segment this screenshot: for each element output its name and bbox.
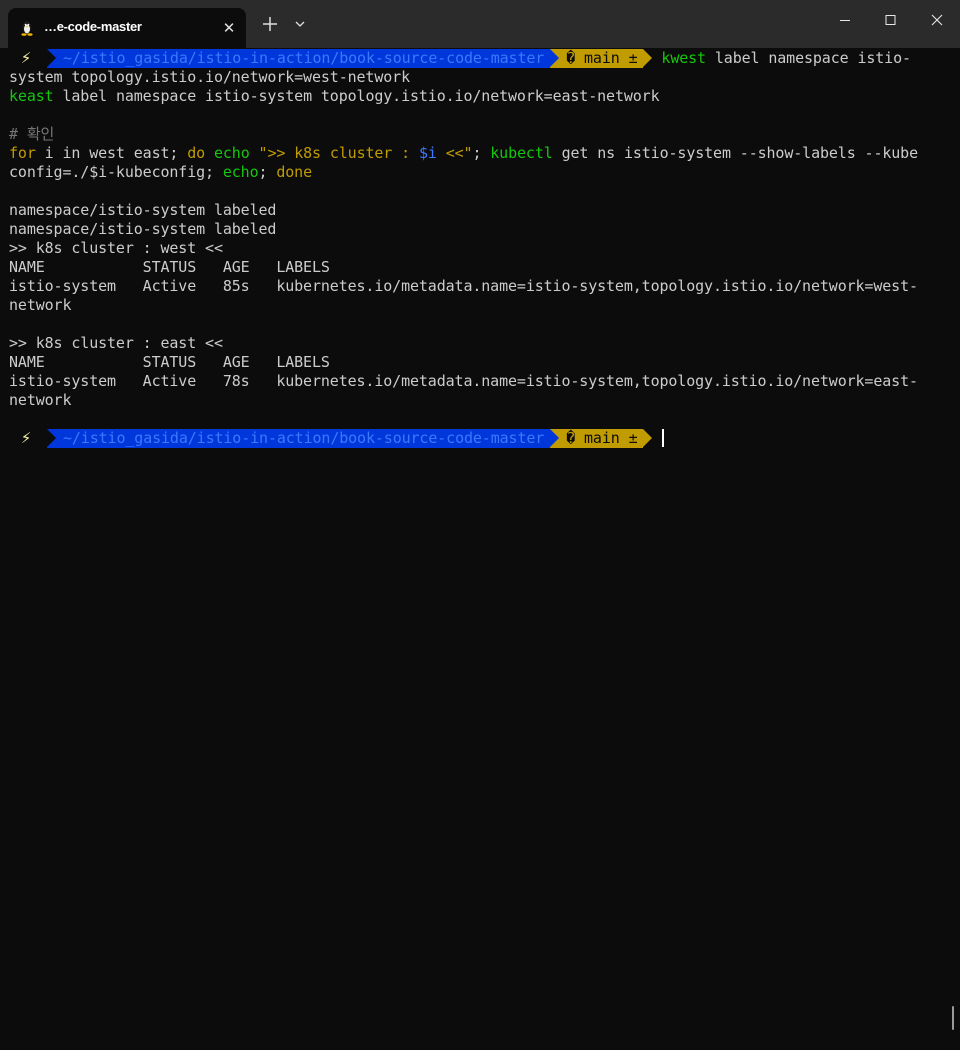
string-literal: ">> k8s cluster : bbox=[258, 144, 419, 162]
prompt: ⚡ ~/istio_gasida/istio-in-action/book-sou… bbox=[9, 49, 653, 68]
output-line: istio-system Active 85s kubernetes.io/me… bbox=[9, 277, 918, 295]
output-line: >> k8s cluster : east << bbox=[9, 334, 223, 352]
command-name: echo bbox=[222, 163, 259, 181]
output-line: NAME STATUS AGE LABELS bbox=[9, 258, 330, 276]
output-line: >> k8s cluster : west << bbox=[9, 239, 223, 257]
chevron-down-icon[interactable] bbox=[292, 16, 308, 32]
prompt-end-arrow bbox=[643, 429, 653, 447]
prompt-branch: � main ± bbox=[550, 429, 644, 448]
plus-icon[interactable] bbox=[260, 14, 280, 34]
command-text: i in west east; bbox=[35, 144, 188, 162]
separator: ; bbox=[472, 144, 491, 162]
command-name: echo bbox=[213, 144, 250, 162]
command-name: kubectl bbox=[490, 144, 553, 162]
keyword: do bbox=[187, 144, 206, 162]
output-line: network bbox=[9, 296, 72, 314]
variable: $i bbox=[418, 144, 437, 162]
title-bar: …e-code-master ✕ bbox=[0, 0, 960, 48]
minimize-icon[interactable] bbox=[822, 0, 868, 40]
separator: ; bbox=[258, 163, 277, 181]
output-line: network bbox=[9, 391, 72, 409]
lightning-icon: ⚡ bbox=[20, 429, 32, 447]
command-args: label namespace istio-system topology.is… bbox=[53, 87, 660, 105]
command-name: kwest bbox=[661, 49, 706, 67]
output-line: istio-system Active 78s kubernetes.io/me… bbox=[9, 372, 918, 390]
maximize-icon[interactable] bbox=[868, 0, 914, 40]
command-name: keast bbox=[9, 87, 54, 105]
prompt: ⚡ ~/istio_gasida/istio-in-action/book-sou… bbox=[9, 429, 653, 448]
comment-line: # 확인 bbox=[9, 125, 55, 143]
command-args: get ns istio-system --show-labels --kube bbox=[552, 144, 919, 162]
command-args: label namespace istio- bbox=[705, 49, 911, 67]
prompt-line: ⚡ ~/istio_gasida/istio-in-action/book-sou… bbox=[9, 49, 939, 68]
prompt-path: ~/istio_gasida/istio-in-action/book-sour… bbox=[47, 429, 551, 448]
output-line: NAME STATUS AGE LABELS bbox=[9, 353, 330, 371]
prompt-branch: � main ± bbox=[550, 49, 644, 68]
scrollbar-thumb[interactable] bbox=[952, 1006, 954, 1030]
linux-penguin-icon bbox=[21, 21, 33, 36]
prompt-line: ⚡ ~/istio_gasida/istio-in-action/book-sou… bbox=[9, 429, 939, 448]
string-literal: <<" bbox=[436, 144, 473, 162]
close-tab-icon[interactable]: ✕ bbox=[220, 19, 238, 37]
prompt-end-arrow bbox=[643, 49, 653, 67]
lightning-icon: ⚡ bbox=[20, 49, 32, 67]
prompt-path: ~/istio_gasida/istio-in-action/book-sour… bbox=[47, 49, 551, 68]
command-line: keast label namespace istio-system topol… bbox=[9, 87, 939, 106]
text-cursor bbox=[662, 429, 665, 447]
command-text: config=./$i-kubeconfig; bbox=[9, 163, 223, 181]
keyword: for bbox=[9, 144, 36, 162]
keyword: done bbox=[276, 163, 312, 181]
close-window-icon[interactable] bbox=[914, 0, 960, 40]
command-line: for i in west east; do echo ">> k8s clus… bbox=[9, 144, 939, 163]
output-line: namespace/istio-system labeled bbox=[9, 201, 277, 219]
terminal-tab[interactable]: …e-code-master ✕ bbox=[8, 8, 246, 48]
output-line: namespace/istio-system labeled bbox=[9, 220, 277, 238]
output-line: system topology.istio.io/network=west-ne… bbox=[9, 68, 410, 86]
command-line: config=./$i-kubeconfig; echo; done bbox=[9, 163, 939, 182]
terminal-output[interactable]: ⚡ ~/istio_gasida/istio-in-action/book-sou… bbox=[9, 49, 939, 1049]
tab-title: …e-code-master bbox=[44, 19, 142, 34]
